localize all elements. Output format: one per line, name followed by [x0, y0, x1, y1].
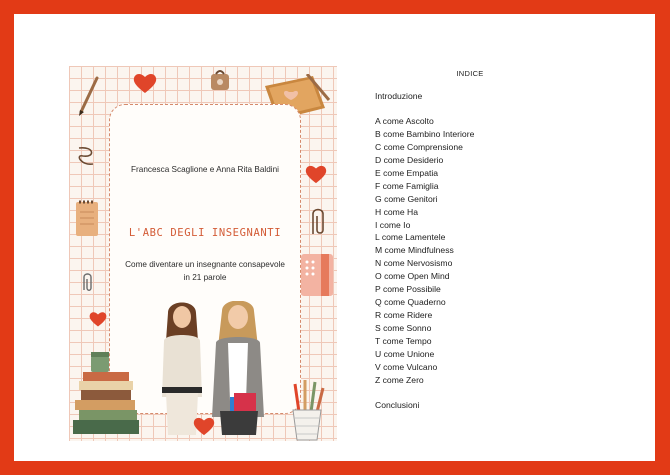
swirl-icon — [78, 147, 94, 165]
index-item: V come Vulcano — [375, 361, 438, 372]
index-item-introduction: Introduzione — [375, 91, 423, 101]
index-item-conclusion: Conclusioni — [375, 400, 420, 410]
table-of-contents: INDICE Introduzione A come Ascolto B com… — [375, 14, 635, 461]
cover-subtitle-line-1: Come diventare un insegnante consapevole — [125, 260, 285, 269]
heart-icon — [133, 74, 157, 93]
cover-title: L'ABC DEGLI INSEGNANTI — [128, 227, 282, 239]
index-list: A come Ascolto B come Bambino Interiore … — [375, 115, 474, 387]
heart-icon — [89, 312, 107, 327]
index-item: H come Ha — [375, 206, 418, 217]
index-item: Z come Zero — [375, 374, 424, 385]
notepad-icon — [76, 200, 98, 236]
clip-bag-icon — [211, 70, 229, 90]
teachers-illustration — [162, 301, 264, 435]
index-item: E come Empatia — [375, 167, 439, 178]
heart-icon — [305, 165, 327, 184]
cover-subtitle: Come diventare un insegnante consapevole… — [120, 259, 290, 284]
book-stack-icon — [73, 352, 139, 434]
book-cover: Francesca Scaglione e Anna Rita Baldini … — [69, 66, 337, 441]
ebook-preview-page: Francesca Scaglione e Anna Rita Baldini … — [14, 14, 655, 461]
index-item: U come Unione — [375, 348, 435, 359]
index-item: R come Ridere — [375, 310, 433, 321]
index-item: N come Nervosismo — [375, 258, 453, 269]
index-item: G come Genitori — [375, 193, 438, 204]
index-item: B come Bambino Interiore — [375, 128, 475, 139]
pencil-icon — [79, 76, 99, 116]
cover-authors: Francesca Scaglione e Anna Rita Baldini — [131, 165, 279, 174]
index-item: I come Io — [375, 219, 411, 230]
index-item: F come Famiglia — [375, 180, 439, 191]
index-item: M come Mindfulness — [375, 245, 454, 256]
index-item: Q come Quaderno — [375, 297, 446, 308]
index-item: O come Open Mind — [375, 271, 450, 282]
index-item: L come Lamentele — [375, 232, 446, 243]
index-item: A come Ascolto — [375, 116, 434, 126]
index-item: S come Sonno — [375, 323, 432, 333]
index-item: D come Desiderio — [375, 154, 444, 165]
heart-icon — [193, 417, 215, 436]
index-item: T come Tempo — [375, 335, 432, 346]
cover-subtitle-line-2: in 21 parole — [183, 272, 227, 282]
paperclip-icon — [83, 273, 92, 291]
index-item: C come Comprensione — [375, 141, 463, 152]
index-title: INDICE — [456, 69, 484, 78]
pencil-cup-icon — [292, 380, 325, 441]
paperclip-icon — [312, 208, 324, 234]
index-item: P come Possibile — [375, 284, 441, 295]
planner-icon — [301, 254, 333, 296]
